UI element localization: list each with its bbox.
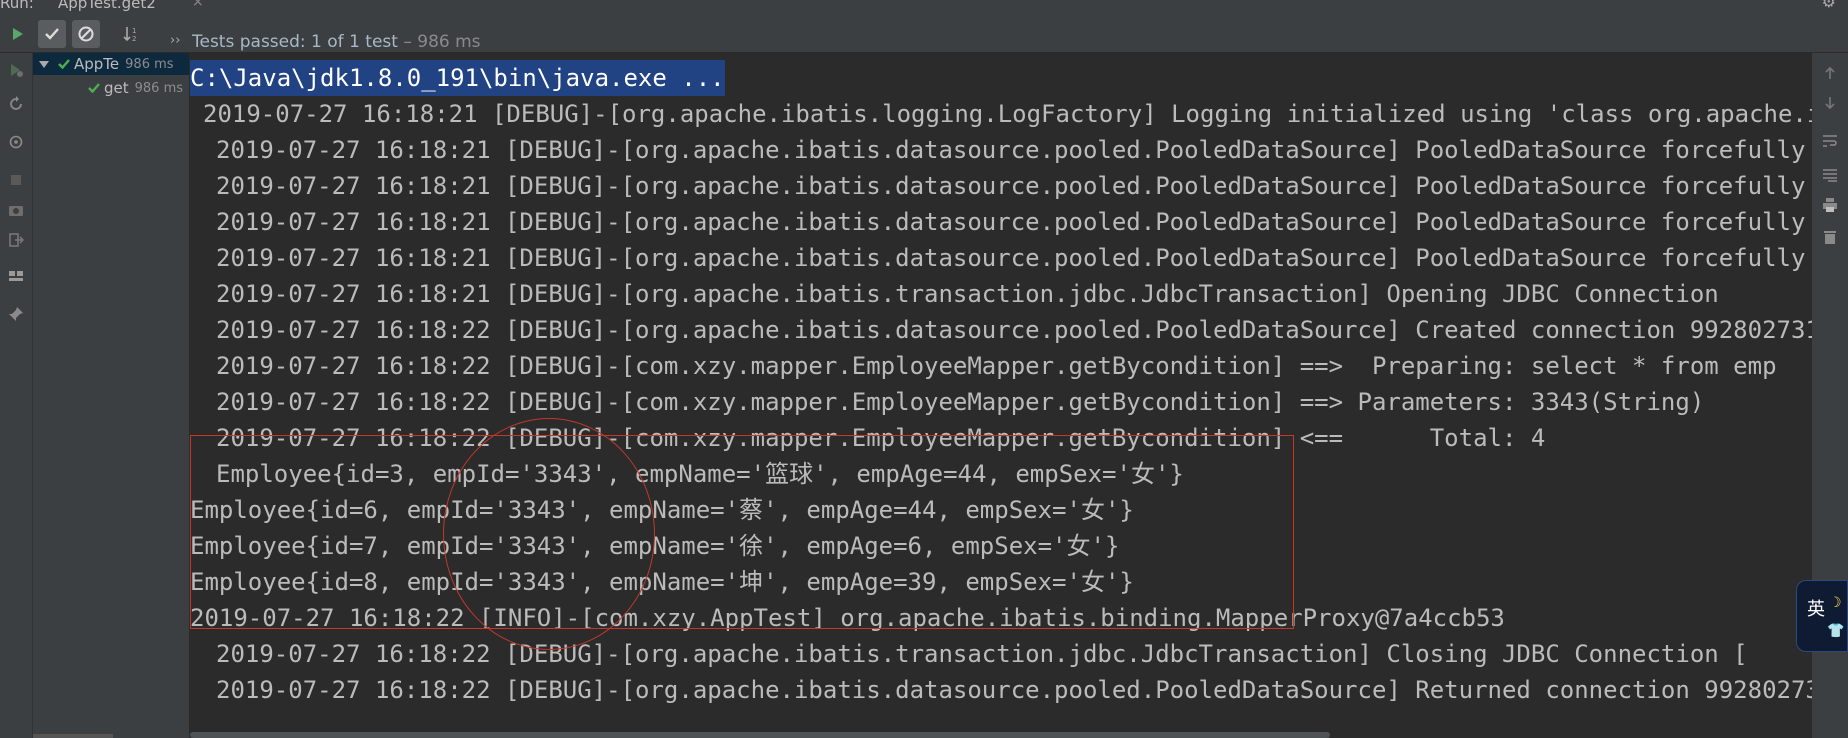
scroll-down-button[interactable] bbox=[1820, 93, 1840, 113]
play-icon bbox=[13, 28, 23, 40]
rerun-failed-button[interactable] bbox=[5, 59, 27, 81]
annotation-circle bbox=[443, 418, 655, 650]
arrow-down-icon bbox=[1825, 97, 1835, 110]
print-icon bbox=[1823, 198, 1837, 212]
scroll-up-button[interactable] bbox=[1820, 63, 1840, 83]
scroll-end-icon bbox=[1823, 169, 1837, 182]
check-icon bbox=[58, 59, 70, 70]
run-tab[interactable]: AppTest.get2 bbox=[58, 0, 156, 12]
dump-button[interactable] bbox=[5, 199, 27, 221]
show-passed-button[interactable] bbox=[38, 20, 66, 48]
tree-item-time: 986 ms bbox=[125, 56, 174, 72]
ime-language-label: 英 bbox=[1807, 599, 1825, 620]
ignored-icon bbox=[78, 26, 94, 42]
tree-item-label: get bbox=[104, 79, 129, 97]
pin-icon bbox=[9, 307, 23, 321]
console-output[interactable]: C:\Java\jdk1.8.0_191\bin\java.exe ... 201… bbox=[190, 53, 1812, 738]
console-command-line: C:\Java\jdk1.8.0_191\bin\java.exe ... bbox=[190, 60, 725, 96]
chevron-right-icon[interactable]: ›› bbox=[170, 33, 180, 48]
tree-item-label: AppTe bbox=[74, 55, 120, 73]
shirt-icon: 👕 bbox=[1827, 623, 1845, 639]
tree-item-time: 986 ms bbox=[134, 80, 184, 96]
tree-item-apptest[interactable]: AppTe 986 ms bbox=[33, 53, 189, 75]
console-line: 2019-07-27 16:18:22 [DEBUG]-[org.apache.… bbox=[216, 316, 1812, 344]
clear-all-button[interactable] bbox=[1820, 227, 1840, 247]
layout-icon bbox=[9, 271, 23, 281]
chevron-down-icon[interactable] bbox=[38, 58, 50, 70]
show-ignored-button[interactable] bbox=[72, 20, 100, 48]
moon-icon: ☽ bbox=[1829, 595, 1842, 611]
arrow-up-icon bbox=[1825, 66, 1835, 79]
pin-button[interactable] bbox=[5, 303, 27, 325]
console-line: 2019-07-27 16:18:22 [DEBUG]-[org.apache.… bbox=[216, 640, 1748, 668]
status-time: – 986 ms bbox=[403, 32, 481, 52]
console-line: 2019-07-27 16:18:21 [DEBUG]-[org.apache.… bbox=[216, 136, 1806, 164]
run-tabbar: Run: AppTest.get2 × ⚙ bbox=[0, 0, 1848, 12]
toggle-auto-test-button[interactable] bbox=[5, 93, 27, 115]
soft-wrap-button[interactable] bbox=[1820, 131, 1840, 151]
sort-icon: 12 bbox=[123, 27, 136, 43]
console-line: 2019-07-27 16:18:22 [DEBUG]-[com.xzy.map… bbox=[216, 388, 1705, 416]
layout-button[interactable] bbox=[5, 265, 27, 287]
status-suffix: of 1 test bbox=[327, 32, 398, 52]
run-button[interactable] bbox=[4, 20, 32, 48]
sort-button[interactable]: 12 bbox=[118, 20, 146, 48]
stop-button[interactable] bbox=[5, 169, 27, 191]
check-icon bbox=[45, 28, 59, 40]
scroll-to-end-button[interactable] bbox=[1820, 165, 1840, 185]
trash-icon bbox=[1824, 231, 1836, 244]
stop-icon bbox=[11, 175, 21, 185]
refresh-icon bbox=[10, 96, 22, 110]
panel-resize-handle[interactable] bbox=[33, 734, 113, 738]
console-line: 2019-07-27 16:18:22 [DEBUG]-[com.xzy.map… bbox=[216, 352, 1777, 380]
left-toolbar bbox=[0, 53, 33, 738]
horizontal-scrollbar[interactable] bbox=[190, 732, 1330, 738]
status-prefix: Tests passed: bbox=[192, 32, 306, 52]
sync-icon bbox=[9, 135, 23, 149]
wrap-icon bbox=[1823, 135, 1837, 147]
rerun-icon bbox=[11, 64, 23, 77]
exit-icon bbox=[9, 233, 24, 247]
run-label: Run: bbox=[0, 0, 34, 12]
gear-icon[interactable]: ⚙ bbox=[1822, 0, 1836, 11]
print-button[interactable] bbox=[1820, 195, 1840, 215]
test-status: Tests passed: 1 of 1 test – 986 ms bbox=[192, 32, 481, 52]
camera-icon bbox=[9, 206, 23, 216]
tree-item-get[interactable]: get 986 ms bbox=[87, 77, 183, 99]
svg-text:2: 2 bbox=[132, 35, 136, 43]
test-tree: AppTe 986 ms get 986 ms bbox=[33, 53, 189, 738]
svg-text:1: 1 bbox=[132, 27, 136, 35]
ime-badge[interactable]: 英 ☽ 👕 bbox=[1796, 580, 1848, 652]
test-toolbar: 12 ›› Tests passed: 1 of 1 test – 986 ms bbox=[0, 12, 1848, 53]
status-count: 1 bbox=[311, 32, 322, 52]
console-line: 2019-07-27 16:18:21 [DEBUG]-[org.apache.… bbox=[216, 280, 1719, 308]
exit-button[interactable] bbox=[5, 229, 27, 251]
console-line: 2019-07-27 16:18:21 [DEBUG]-[org.apache.… bbox=[216, 172, 1806, 200]
console-line: 2019-07-27 16:18:21 [DEBUG]-[org.apache.… bbox=[216, 244, 1806, 272]
console-line: 2019-07-27 16:18:21 [DEBUG]-[org.apache.… bbox=[203, 100, 1812, 128]
check-icon bbox=[88, 83, 100, 94]
console-line: 2019-07-27 16:18:21 [DEBUG]-[org.apache.… bbox=[216, 208, 1806, 236]
console-line: 2019-07-27 16:18:22 [DEBUG]-[org.apache.… bbox=[216, 676, 1812, 704]
tab-close-icon[interactable]: × bbox=[192, 0, 204, 10]
annotation-rectangle bbox=[190, 435, 1294, 629]
sync-button[interactable] bbox=[5, 131, 27, 153]
